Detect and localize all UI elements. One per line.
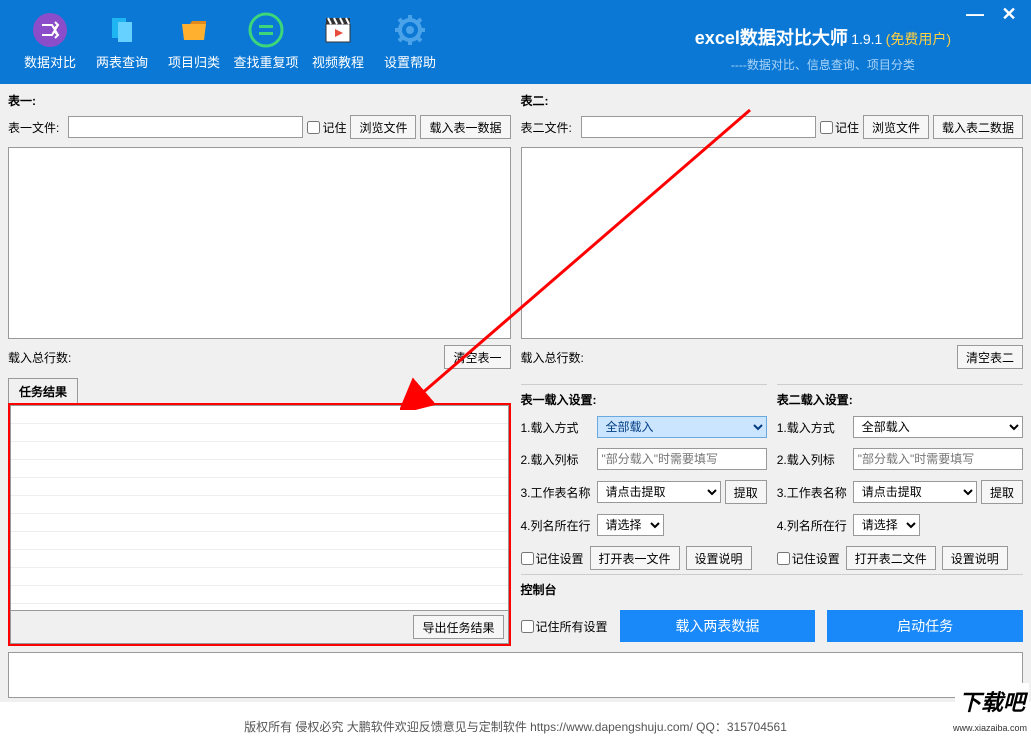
settings2-loadcol-input[interactable] [853,448,1023,470]
table2-file-label: 表二文件: [521,119,577,136]
app-subtitle: ----数据对比、信息查询、项目分类 [695,56,951,73]
watermark-logo: 下载吧 [955,683,1029,719]
folder-icon [176,12,212,48]
settings1-remember[interactable]: 记住设置 [521,550,584,567]
app-version: 1.9.1 [851,31,882,47]
settings2-colrow-select[interactable]: 请选择 [853,514,920,536]
tool-label: 视频教程 [312,52,364,71]
tool-two-table-query[interactable]: 两表查询 [86,8,158,75]
tool-label: 数据对比 [24,52,76,71]
table1-load-button[interactable]: 载入表一数据 [420,115,510,139]
documents-icon [104,12,140,48]
table2-file-input[interactable] [581,116,816,138]
remember-all-settings[interactable]: 记住所有设置 [521,618,608,635]
settings1-sheetname-select[interactable]: 请点击提取 [597,481,721,503]
settings2-header: 表二载入设置: [777,391,1023,408]
table1-panel: 表一: 表一文件: 记住 浏览文件 载入表一数据 载入总行数: 清空表一 任务结… [8,88,511,646]
table1-load-total: 载入总行数: [8,349,71,366]
table1-clear-button[interactable]: 清空表一 [444,345,510,369]
tool-label: 设置帮助 [384,52,436,71]
app-title: excel数据对比大师 [695,28,848,48]
settings1-help-button[interactable]: 设置说明 [686,546,752,570]
table1-header: 表一: [8,88,511,113]
clapperboard-icon [320,12,356,48]
window-controls: — ✕ [963,4,1021,25]
table1-remember[interactable]: 记住 [307,119,346,136]
table2-remember[interactable]: 记住 [820,119,859,136]
table2-header: 表二: [521,88,1024,113]
settings1-openfile-button[interactable]: 打开表一文件 [590,546,680,570]
tool-data-compare[interactable]: 数据对比 [14,8,86,75]
settings1-header: 表一载入设置: [521,391,767,408]
settings1-colrow-select[interactable]: 请选择 [597,514,664,536]
control-header: 控制台 [521,581,1024,598]
settings1-loadcol-input[interactable] [597,448,767,470]
tool-find-duplicate[interactable]: 查找重复项 [230,8,302,75]
export-task-result-button[interactable]: 导出任务结果 [413,615,503,639]
tool-settings-help[interactable]: 设置帮助 [374,8,446,75]
table1-data-area[interactable] [8,147,511,339]
footer-text: 版权所有 侵权必究 大鹏软件欢迎反馈意见与定制软件 https://www.da… [0,718,1031,735]
tool-video-tutorial[interactable]: 视频教程 [302,8,374,75]
content-area: 表一: 表一文件: 记住 浏览文件 载入表一数据 载入总行数: 清空表一 任务结… [0,84,1031,702]
tool-label: 查找重复项 [233,52,298,71]
table2-data-area[interactable] [521,147,1024,339]
task-result-area[interactable] [10,405,509,611]
settings2-remember[interactable]: 记住设置 [777,550,840,567]
table2-load-settings: 表二载入设置: 1.载入方式全部载入 2.载入列标 3.工作表名称请点击提取提取… [777,384,1023,570]
settings2-sheetname-select[interactable]: 请点击提取 [853,481,977,503]
table1-load-settings: 表一载入设置: 1.载入方式全部载入 2.载入列标 3.工作表名称请点击提取提取… [521,384,767,570]
settings1-loadmode-select[interactable]: 全部载入 [597,416,767,438]
free-user-label: (免费用户) [886,31,951,47]
equals-icon [248,12,284,48]
settings2-help-button[interactable]: 设置说明 [942,546,1008,570]
table2-panel: 表二: 表二文件: 记住 浏览文件 载入表二数据 载入总行数: 清空表二 [521,88,1024,380]
app-title-block: excel数据对比大师 1.9.1 (免费用户) ----数据对比、信息查询、项… [695,24,951,73]
minimize-button[interactable]: — [963,4,987,25]
gear-icon [392,12,428,48]
tool-label: 项目归类 [168,52,220,71]
table1-file-label: 表一文件: [8,119,64,136]
titlebar: 数据对比 两表查询 项目归类 查找重复项 视频教程 [0,0,1031,84]
load-both-tables-button[interactable]: 载入两表数据 [620,610,816,642]
main-toolbar: 数据对比 两表查询 项目归类 查找重复项 视频教程 [0,0,446,75]
settings2-extract-button[interactable]: 提取 [981,480,1023,504]
control-panel: 控制台 记住所有设置 载入两表数据 启动任务 [521,574,1024,646]
table1-file-input[interactable] [68,116,303,138]
settings1-extract-button[interactable]: 提取 [725,480,767,504]
settings2-openfile-button[interactable]: 打开表二文件 [846,546,936,570]
table2-load-total: 载入总行数: [521,349,584,366]
bottom-log-area[interactable] [8,652,1023,698]
task-result-tab[interactable]: 任务结果 [8,378,78,404]
start-task-button[interactable]: 启动任务 [827,610,1023,642]
shuffle-icon [32,12,68,48]
close-button[interactable]: ✕ [997,4,1021,25]
table2-load-button[interactable]: 载入表二数据 [933,115,1023,139]
tool-label: 两表查询 [96,52,148,71]
table1-browse-button[interactable]: 浏览文件 [350,115,416,139]
settings2-loadmode-select[interactable]: 全部载入 [853,416,1023,438]
task-result-highlight: 导出任务结果 [8,403,511,646]
tool-project-category[interactable]: 项目归类 [158,8,230,75]
table2-browse-button[interactable]: 浏览文件 [863,115,929,139]
table2-clear-button[interactable]: 清空表二 [957,345,1023,369]
